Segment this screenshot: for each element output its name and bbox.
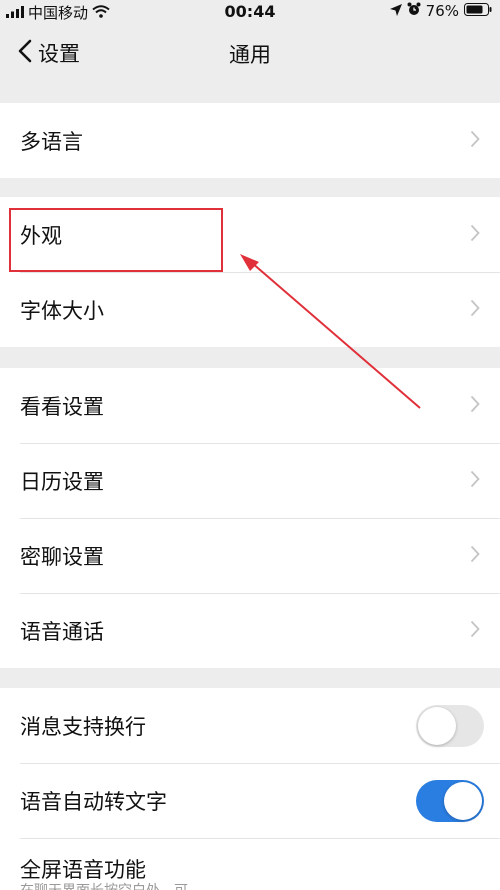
row-look-settings[interactable]: 看看设置 (0, 368, 500, 443)
chevron-right-icon (470, 544, 480, 568)
row-label: 语音自动转文字 (20, 789, 167, 814)
chevron-right-icon (470, 469, 480, 493)
status-right: 76% (389, 2, 492, 20)
row-label: 多语言 (20, 129, 83, 154)
row-language[interactable]: 多语言 (0, 103, 500, 178)
location-icon (389, 2, 402, 20)
row-voice-call[interactable]: 语音通话 (0, 593, 500, 668)
status-bar: 中国移动 00:44 76% (0, 0, 500, 24)
page-title: 通用 (229, 43, 271, 67)
alarm-icon (407, 2, 421, 20)
row-label: 外观 (20, 223, 62, 248)
nav-bar: 设置 通用 (0, 24, 500, 84)
chevron-right-icon (470, 223, 480, 247)
battery-percent: 76% (425, 2, 459, 20)
row-appearance[interactable]: 外观 (0, 197, 500, 272)
chevron-right-icon (470, 619, 480, 643)
row-calendar-settings[interactable]: 日历设置 (0, 443, 500, 518)
row-font-size[interactable]: 字体大小 (0, 272, 500, 347)
row-label: 语音通话 (20, 619, 104, 644)
row-label: 消息支持换行 (20, 714, 146, 739)
row-label: 日历设置 (20, 469, 104, 494)
row-label: 看看设置 (20, 394, 104, 419)
section-chat-options: 消息支持换行 语音自动转文字 全屏语音功能 (0, 688, 500, 890)
message-line-break-toggle[interactable] (416, 704, 484, 747)
row-label: 密聊设置 (20, 544, 104, 569)
chevron-right-icon (470, 129, 480, 153)
section-features: 看看设置 日历设置 密聊设置 语音通话 (0, 368, 500, 668)
row-message-line-break: 消息支持换行 (0, 688, 500, 763)
toggle-knob (444, 781, 482, 820)
voice-to-text-toggle[interactable] (416, 779, 484, 822)
description-text: 在聊天界面长按空白处，可 (20, 880, 188, 890)
row-private-chat-settings[interactable]: 密聊设置 (0, 518, 500, 593)
toggle-knob (418, 706, 456, 745)
row-voice-to-text: 语音自动转文字 (0, 763, 500, 838)
chevron-right-icon (470, 394, 480, 418)
battery-icon (464, 2, 492, 20)
section-display: 外观 字体大小 (0, 197, 500, 347)
row-label: 字体大小 (20, 298, 104, 323)
section-language: 多语言 (0, 103, 500, 178)
chevron-right-icon (470, 298, 480, 322)
